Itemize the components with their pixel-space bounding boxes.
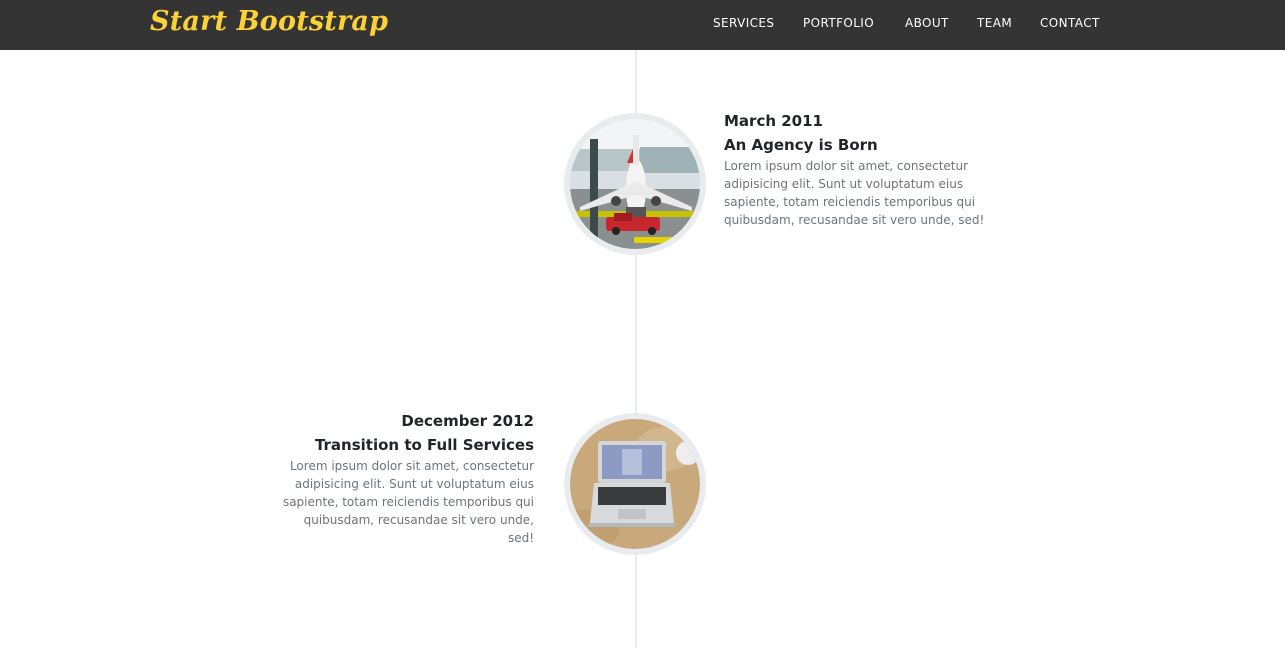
nav-link-team[interactable]: TEAM [977, 16, 1012, 30]
timeline-date: December 2012 [401, 412, 534, 430]
timeline-title: An Agency is Born [724, 136, 878, 154]
timeline-image-airplane [564, 113, 706, 255]
timeline-body: Lorem ipsum dolor sit amet, consectetur … [724, 159, 985, 227]
timeline-entry-2: December 2012 Transition to Full Service… [274, 409, 534, 547]
nav-link-about[interactable]: ABOUT [905, 16, 949, 30]
brand-logo-link[interactable]: Start Bootstrap [150, 2, 388, 42]
nav-link-contact[interactable]: CONTACT [1040, 16, 1100, 30]
navbar: Start Bootstrap SERVICES PORTFOLIO ABOUT… [0, 0, 1285, 50]
nav-link-services[interactable]: SERVICES [713, 16, 774, 30]
timeline-title: Transition to Full Services [314, 436, 534, 454]
timeline-entry-1: March 2011 An Agency is Born Lorem ipsum… [724, 109, 986, 229]
nav-link-portfolio[interactable]: PORTFOLIO [803, 16, 874, 30]
timeline-body: Lorem ipsum dolor sit amet, consectetur … [282, 459, 534, 545]
airplane-photo [570, 119, 700, 249]
laptop-photo [570, 419, 700, 549]
timeline-image-laptop [564, 413, 706, 555]
timeline-date: March 2011 [724, 112, 823, 130]
